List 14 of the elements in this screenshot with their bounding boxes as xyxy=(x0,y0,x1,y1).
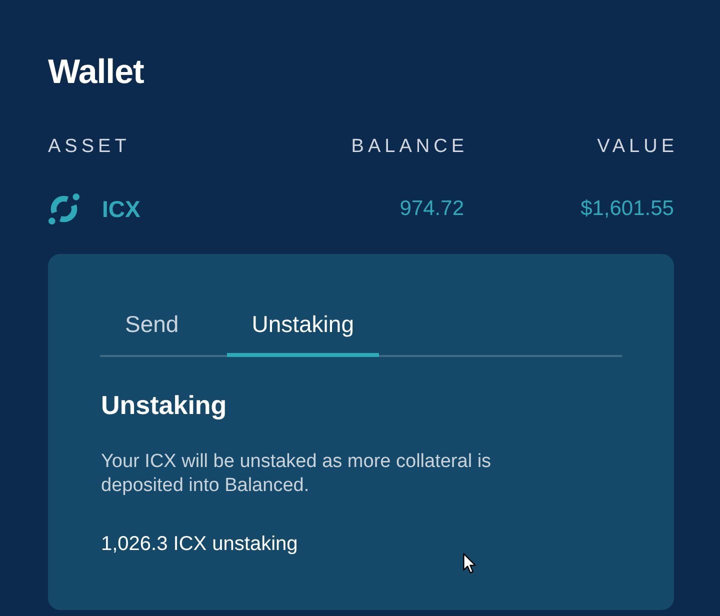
asset-name: ICX xyxy=(102,195,140,224)
section-heading: Unstaking xyxy=(101,389,227,421)
unstaking-amount: 1,026.3 ICX unstaking xyxy=(101,532,298,557)
balance-cell-text: 974.72 xyxy=(400,196,464,222)
column-header: ASSET xyxy=(48,135,130,159)
cursor-icon xyxy=(463,553,476,574)
tab[interactable]: Unstaking xyxy=(226,302,379,357)
tab[interactable]: Send xyxy=(100,302,204,357)
column-header: VALUE xyxy=(597,135,678,159)
wallet-title: Wallet xyxy=(48,52,144,92)
description-text: Your ICX will be unstaked as more collateral is deposited into Balanced. xyxy=(101,450,492,498)
value-cell-text: $1,601.55 xyxy=(580,196,674,222)
coin-logo-icon xyxy=(48,193,80,225)
column-header: BALANCE xyxy=(351,135,468,159)
